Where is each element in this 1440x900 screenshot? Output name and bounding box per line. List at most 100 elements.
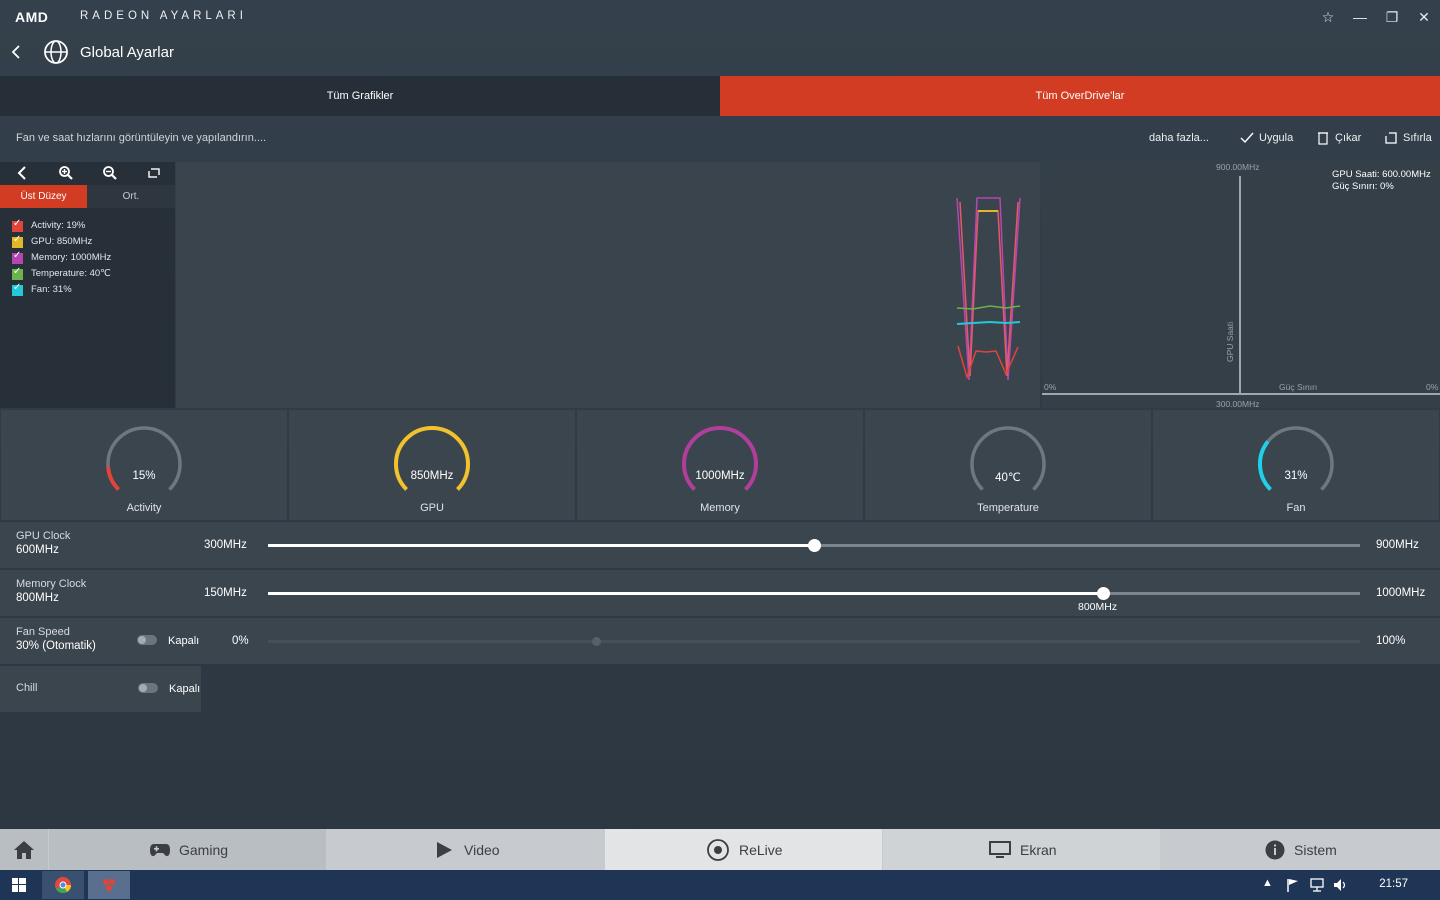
plot-x-axis-label: Güç Sınırı (1279, 382, 1318, 392)
memory-clock-thumb-label: 800MHz (1078, 601, 1118, 613)
legend-label: Memory: 1000MHz (31, 252, 112, 263)
network-icon[interactable] (1310, 878, 1324, 892)
fan-speed-row: Fan Speed 30% (Otomatik) Kapalı 0% 100% (0, 618, 1440, 664)
chill-toggle[interactable] (138, 683, 158, 693)
zoom-out-icon (103, 166, 117, 180)
plot-y-axis-label: GPU Saati (1225, 321, 1235, 362)
tab-all-overdrive[interactable]: Tüm OverDrive'lar (720, 76, 1440, 116)
taskbar-clock[interactable]: 21:57 (1379, 878, 1408, 890)
gamepad-icon (150, 844, 170, 857)
nav-home[interactable] (0, 829, 48, 870)
checkbox-icon (12, 266, 23, 280)
gauge-memory: 1000MHz Memory (577, 410, 863, 520)
mode-top-button[interactable]: Üst Düzey (0, 185, 87, 208)
apply-button[interactable]: Uygula (1240, 132, 1294, 144)
restore-button[interactable]: ❐ (1380, 6, 1404, 28)
nav-relive[interactable]: ReLive (605, 829, 882, 870)
close-button[interactable]: ✕ (1412, 6, 1436, 28)
flag-icon[interactable] (1286, 878, 1300, 892)
memory-series-line (956, 197, 1021, 381)
zoom-in-icon (59, 166, 73, 180)
overdrive-axes (1042, 176, 1440, 395)
checkbox-icon (12, 282, 23, 296)
memory-clock-fill (268, 592, 1104, 595)
gpu-clock-title: GPU Clock (16, 530, 71, 542)
nav-video[interactable]: Video (327, 829, 604, 870)
graph-back-button[interactable] (0, 162, 44, 184)
memory-clock-thumb[interactable] (1097, 587, 1111, 600)
memory-clock-row: Memory Clock 800MHz 150MHz 1000MHz 800MH… (0, 570, 1440, 616)
gauge-fan-dial (1257, 426, 1334, 491)
app-title: RADEON AYARLARI (80, 10, 247, 22)
nav-system[interactable]: Sistem (1161, 829, 1440, 870)
gpu-clock-value: 600MHz (16, 544, 59, 556)
mode-average-button[interactable]: Ort. (87, 185, 175, 208)
apply-label: Uygula (1259, 132, 1294, 144)
reset-label: Sıfırla (1403, 132, 1432, 144)
plot-y-bottom: 300.00MHz (1216, 399, 1260, 409)
tab-all-graphics[interactable]: Tüm Grafikler (0, 76, 720, 116)
gauge-value: 15% (132, 470, 156, 482)
memory-clock-slider[interactable] (268, 587, 1360, 600)
radeon-icon (103, 879, 115, 891)
amd-logo: AMD (15, 9, 49, 25)
gpu-clock-slider[interactable] (268, 539, 1360, 552)
nav-gaming[interactable]: Gaming (49, 829, 326, 870)
gpu-clock-min: 300MHz (204, 539, 247, 551)
overdrive-plot[interactable]: 900.00MHz 300.00MHz 0% 0% Güç Sınırı GPU… (1042, 162, 1440, 409)
gauge-activity-dial (106, 426, 182, 491)
nav-display[interactable]: Ekran (883, 829, 1160, 870)
radeon-taskbar-button[interactable] (88, 871, 130, 899)
performance-graph (176, 162, 1040, 408)
gauge-label: Fan (1286, 502, 1306, 514)
gpu-clock-row: GPU Clock 600MHz 300MHz 900MHz (0, 522, 1440, 568)
windows-start-icon[interactable] (12, 878, 26, 892)
legend-label: Temperature: 40℃ (31, 268, 111, 279)
fan-speed-slider (268, 637, 1360, 646)
zoom-out-button[interactable] (88, 162, 132, 184)
gauge-label: Memory (700, 502, 740, 514)
minimize-button[interactable]: — (1348, 6, 1372, 28)
chrome-taskbar-button[interactable] (42, 871, 84, 899)
play-icon (437, 842, 452, 858)
gauge-value: 850MHz (410, 470, 454, 482)
volume-icon[interactable] (1333, 878, 1349, 892)
gauge-activity: 15% Activity (1, 410, 287, 520)
description-text: Fan ve saat hızlarını görüntüleyin ve ya… (16, 132, 267, 144)
legend-label: Fan: 31% (31, 284, 72, 295)
page-title: Global Ayarlar (80, 44, 174, 61)
tray-chevron-up-icon[interactable]: ▲ (1262, 877, 1273, 889)
graph-controls-panel: Üst Düzey Ort. Activity: 19% GPU: 850MHz… (0, 162, 175, 408)
reset-button[interactable]: Sıfırla (1385, 132, 1432, 144)
gpu-clock-fill (268, 544, 814, 547)
zoom-in-button[interactable] (44, 162, 88, 184)
checkbox-icon (12, 234, 23, 248)
gauge-gpu-dial (394, 426, 470, 491)
favorite-star-icon[interactable]: ☆ (1316, 6, 1340, 28)
fit-view-button[interactable] (132, 162, 176, 184)
gpu-clock-thumb[interactable] (808, 539, 821, 552)
gauge-label: GPU (420, 502, 444, 514)
memory-clock-value: 800MHz (16, 592, 59, 604)
fit-view-icon (148, 168, 160, 178)
gauge-row: 15% Activity 850MHz GPU 1000MHz Memory 4… (0, 410, 1440, 520)
legend-label: Activity: 19% (31, 220, 86, 231)
gauge-gpu: 850MHz GPU (289, 410, 575, 520)
fan-speed-toggle[interactable] (137, 635, 157, 645)
discard-label: Çıkar (1335, 132, 1362, 144)
memory-clock-title: Memory Clock (16, 578, 87, 590)
discard-button[interactable]: Çıkar (1318, 132, 1362, 145)
title-bar: AMD RADEON AYARLARI ☆ — ❐ ✕ (0, 0, 1440, 34)
fan-speed-max: 100% (1376, 635, 1406, 647)
checkmark-icon (1240, 132, 1254, 144)
gauge-memory-dial (682, 426, 758, 491)
fan-speed-toggle-label: Kapalı (168, 635, 200, 647)
memory-clock-max: 1000MHz (1376, 587, 1426, 599)
chill-row: Chill Kapalı (0, 666, 201, 712)
legend-label: GPU: 850MHz (31, 236, 93, 247)
info-bar: Fan ve saat hızlarını görüntüleyin ve ya… (0, 116, 1440, 162)
fan-speed-fill (268, 640, 596, 643)
nav-label: Video (464, 842, 500, 858)
more-link[interactable]: daha fazla... (1149, 132, 1209, 144)
back-arrow-icon[interactable] (8, 42, 26, 62)
